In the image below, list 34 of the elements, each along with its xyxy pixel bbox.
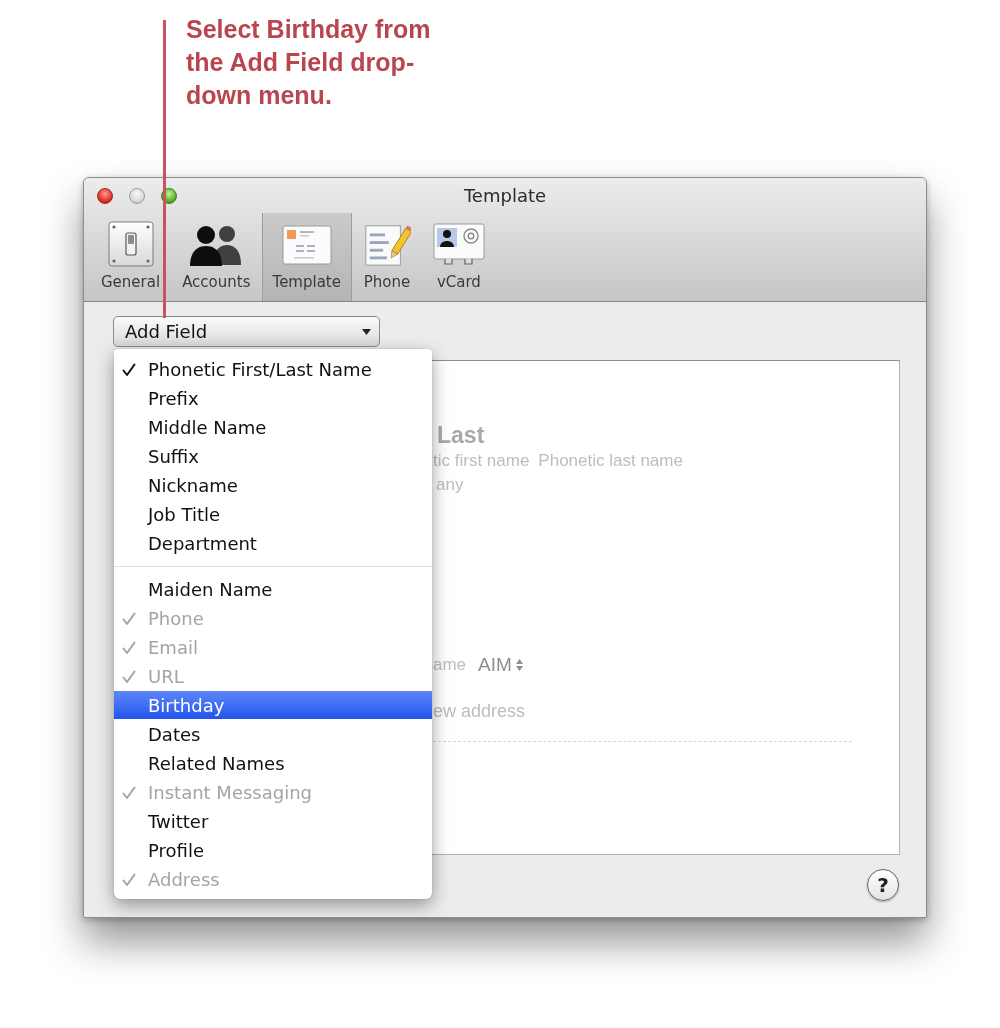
menu-item[interactable]: Prefix bbox=[114, 384, 432, 413]
contact-card-icon bbox=[432, 221, 485, 267]
toolbar-button[interactable]: General bbox=[90, 213, 172, 301]
menu-item[interactable]: Dates bbox=[114, 720, 432, 749]
caret-icon bbox=[362, 328, 371, 335]
close-button[interactable] bbox=[97, 187, 113, 204]
menu-item[interactable]: Maiden Name bbox=[114, 575, 432, 604]
menu-item[interactable]: Birthday bbox=[114, 691, 432, 719]
menu-item[interactable]: Job Title bbox=[114, 500, 432, 529]
address-placeholder-text: ew address bbox=[433, 700, 526, 722]
updown-arrows-icon bbox=[515, 659, 523, 671]
menu-item[interactable]: Related Names bbox=[114, 749, 432, 778]
phonetic-first-name-text: tic first name bbox=[433, 450, 530, 471]
menu-item[interactable]: Profile bbox=[114, 836, 432, 865]
toolbar-button[interactable]: vCard bbox=[421, 213, 496, 301]
window-title: Template bbox=[463, 185, 547, 206]
toolbar-button[interactable]: Phone bbox=[351, 213, 422, 301]
im-label-text: ame bbox=[433, 655, 467, 675]
minimize-button[interactable] bbox=[129, 187, 145, 204]
help-button[interactable]: ? bbox=[867, 869, 899, 901]
phonetic-last-name-text: Phonetic last name bbox=[538, 450, 683, 471]
menu-item[interactable]: Suffix bbox=[114, 442, 432, 471]
callout-text: Select Birthday from the Add Field drop-down menu. bbox=[186, 14, 432, 111]
name-text: Last bbox=[437, 421, 485, 449]
add-field-dropdown[interactable]: Add Field bbox=[113, 316, 380, 347]
menu-item[interactable]: Twitter bbox=[114, 807, 432, 836]
company-text: any bbox=[436, 474, 464, 495]
menu-item[interactable]: Middle Name bbox=[114, 413, 432, 442]
toolbar-button[interactable]: Accounts bbox=[171, 213, 262, 301]
menu-item[interactable]: Department bbox=[114, 529, 432, 558]
toolbar-button[interactable]: Template bbox=[261, 213, 352, 301]
menu-item[interactable]: Nickname bbox=[114, 471, 432, 500]
switch-plate-icon bbox=[107, 221, 154, 267]
menu-item[interactable]: Phonetic First/Last Name bbox=[114, 355, 432, 384]
